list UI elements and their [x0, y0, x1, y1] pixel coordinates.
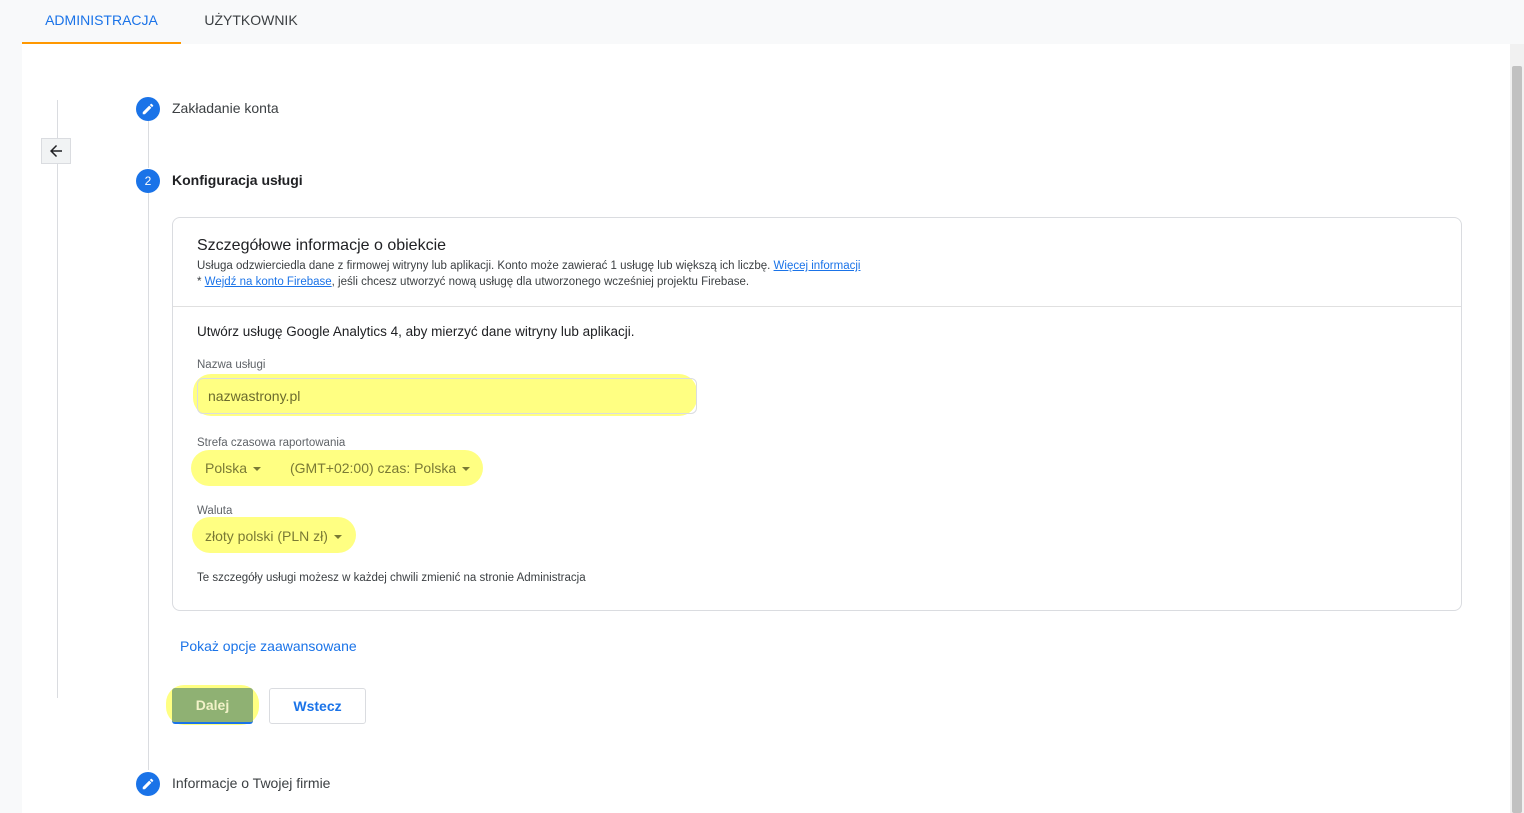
currency-label: Waluta	[197, 505, 233, 517]
dropdown-caret-icon	[462, 467, 471, 472]
outer-timeline-line	[57, 100, 58, 698]
tab-uzytkownik[interactable]: UŻYTKOWNIK	[181, 0, 321, 44]
timezone-country-select[interactable]: Polska	[205, 460, 262, 476]
left-gutter	[0, 44, 22, 813]
timezone-zone-value: (GMT+02:00) czas: Polska	[290, 460, 457, 476]
arrow-left-icon	[50, 145, 62, 157]
pencil-icon	[142, 103, 154, 115]
show-advanced-options-link[interactable]: Pokaż opcje zaawansowane	[180, 638, 357, 654]
change-note: Te szczegóły usługi możesz w każdej chwi…	[197, 572, 586, 584]
property-name-label: Nazwa usługi	[197, 359, 266, 371]
dropdown-caret-icon	[333, 535, 342, 540]
pencil-icon	[142, 778, 154, 790]
firebase-suffix: , jeśli chcesz utworzyć nową usługę dla …	[331, 276, 750, 288]
scrollbar-thumb[interactable]	[1512, 66, 1522, 813]
property-details-card: Szczegółowe informacje o obiekcie Usługa…	[172, 217, 1462, 611]
currency-value: złoty polski (PLN zł)	[205, 528, 328, 544]
card-description: Usługa odzwierciedla dane z firmowej wit…	[197, 260, 860, 272]
timezone-country-value: Polska	[205, 460, 248, 476]
dropdown-caret-icon	[253, 467, 262, 472]
more-info-link[interactable]: Więcej informacji	[774, 260, 861, 272]
firebase-note: * Wejdź na konto Firebase, jeśli chcesz …	[197, 276, 749, 288]
firebase-prefix: *	[197, 276, 205, 288]
stepper-line-1	[148, 120, 149, 168]
card-divider	[173, 306, 1461, 307]
step-1-label: Zakładanie konta	[172, 100, 279, 116]
card-title: Szczegółowe informacje o obiekcie	[197, 237, 447, 254]
timezone-label: Strefa czasowa raportowania	[197, 437, 346, 449]
step-2-number: 2	[136, 169, 160, 193]
description-text: Usługa odzwierciedla dane z firmowej wit…	[197, 260, 771, 272]
property-name-input[interactable]	[197, 378, 697, 414]
stepper-line-2	[148, 193, 149, 770]
step-2-label: Konfiguracja usługi	[172, 172, 303, 188]
timezone-zone-select[interactable]: (GMT+02:00) czas: Polska	[290, 460, 471, 476]
back-arrow-button[interactable]	[41, 138, 71, 164]
back-button[interactable]: Wstecz	[269, 688, 366, 724]
step-3-icon	[136, 772, 160, 796]
firebase-link[interactable]: Wejdź na konto Firebase	[205, 276, 332, 288]
top-tab-bar: ADMINISTRACJA UŻYTKOWNIK	[0, 0, 1524, 44]
step-3-label: Informacje o Twojej firmie	[172, 775, 331, 791]
currency-select[interactable]: złoty polski (PLN zł)	[205, 528, 342, 544]
tab-administracja[interactable]: ADMINISTRACJA	[22, 0, 181, 44]
step-1-icon	[136, 97, 160, 121]
intro-text: Utwórz usługę Google Analytics 4, aby mi…	[197, 324, 635, 339]
next-button[interactable]: Dalej	[172, 688, 253, 724]
